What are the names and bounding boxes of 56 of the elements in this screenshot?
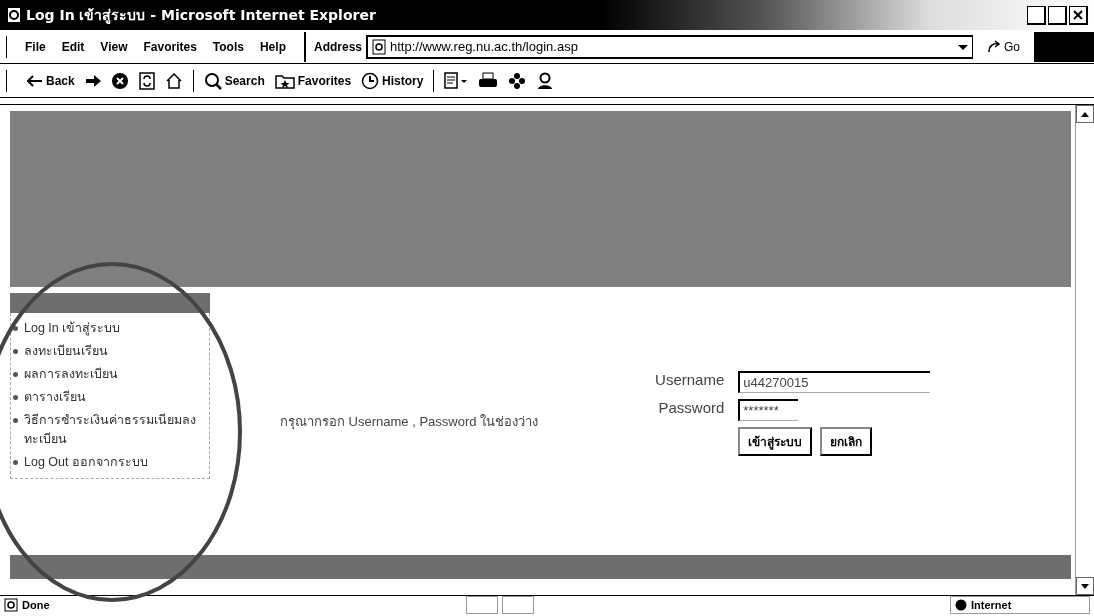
side-menu-link[interactable]: ลงทะเบียนเรียน [11, 342, 207, 361]
page-icon [4, 598, 18, 612]
toolbar-button[interactable]: Search [203, 71, 265, 90]
toolbar-button[interactable]: History [361, 71, 424, 90]
printer-icon[interactable] [478, 71, 499, 90]
folder-icon [274, 72, 295, 89]
status-pane [465, 596, 498, 614]
menu-item[interactable]: Favorites [135, 39, 205, 54]
side-menu-link[interactable]: Log In เข้าสู่ระบบ [11, 319, 207, 338]
down-arrow-icon [1081, 583, 1089, 589]
scroll-up-button[interactable] [1076, 105, 1094, 123]
person-icon[interactable] [536, 71, 555, 90]
toolbar-button[interactable]: Favorites [274, 72, 352, 89]
globe-icon [955, 599, 967, 611]
menu-item[interactable]: View [92, 39, 136, 54]
form-button[interactable]: เข้าสู่ระบบ [738, 427, 813, 456]
address-field[interactable]: http://www.reg.nu.ac.th/login.asp [366, 34, 973, 59]
menu-item[interactable]: Edit [53, 39, 93, 54]
browser-logo-icon [6, 7, 22, 23]
document-icon[interactable] [444, 71, 469, 90]
form-button[interactable]: ยกเลิก [820, 427, 873, 456]
dropdown-icon[interactable] [958, 42, 968, 51]
side-menu-link[interactable]: Log Out ออกจากระบบ [11, 453, 207, 472]
status-pane [501, 596, 534, 614]
back-arrow-icon[interactable] [27, 74, 43, 87]
minimize-button[interactable] [1027, 5, 1046, 25]
side-menu-link[interactable]: ตารางเรียน [11, 388, 207, 407]
stop-icon[interactable] [110, 71, 129, 90]
up-arrow-icon [1081, 111, 1089, 117]
curved-arrow-icon [987, 39, 1001, 54]
refresh-icon[interactable] [138, 71, 155, 90]
username-label: Username [655, 371, 725, 390]
search-icon [203, 71, 222, 90]
password-field[interactable]: ******* [738, 399, 799, 421]
menu-item[interactable]: Help [251, 39, 294, 54]
menu-item[interactable]: File [17, 39, 54, 54]
home-icon[interactable] [164, 71, 183, 90]
password-label: Password [657, 399, 725, 418]
username-field[interactable]: u44270015 [738, 371, 931, 393]
close-icon[interactable] [1069, 5, 1088, 25]
side-menu-link[interactable]: วิธีการชำระเงินค่าธรรมเนียมลงทะเบียน [11, 411, 207, 449]
maximize-button[interactable] [1048, 5, 1067, 25]
window-title: Log In เข้าสู่ระบบ - Microsoft Internet Explorer [26, 6, 376, 26]
go-button[interactable]: Go [977, 39, 1030, 54]
status-text: Done [22, 599, 50, 611]
clock-icon [361, 71, 380, 90]
flower-icon[interactable] [508, 71, 527, 90]
scroll-down-button[interactable] [1076, 577, 1094, 595]
page-icon [372, 38, 386, 55]
instruction-text: กรุณากรอก Username , Password ในช่องว่าง [280, 413, 539, 432]
menu-item[interactable]: Tools [204, 39, 252, 54]
toolbar-button[interactable]: Back [27, 73, 75, 88]
zone-panel: Internet [950, 596, 1090, 614]
forward-arrow-icon[interactable] [84, 74, 101, 87]
address-label: Address [313, 39, 362, 54]
side-menu-link[interactable]: ผลการลงทะเบียน [11, 365, 207, 384]
